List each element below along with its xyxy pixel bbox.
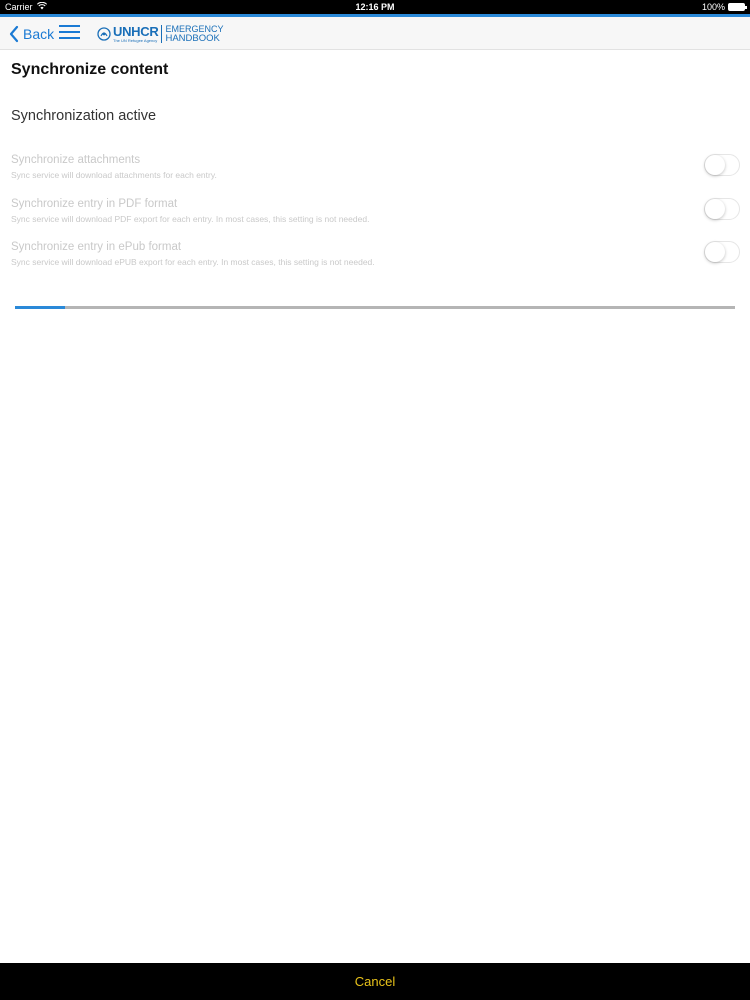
back-button[interactable]: Back (8, 23, 54, 45)
setting-label: Synchronize attachments (11, 154, 141, 166)
status-bar: Carrier 12:16 PM 100% (0, 0, 750, 14)
setting-description: Sync service will download attachments f… (11, 170, 217, 180)
nav-bar: Back UNHCR The UN Refugee Agency EMERGEN… (0, 17, 750, 50)
setting-label: Synchronize entry in ePub format (11, 241, 182, 253)
logo-brand: UNHCR (113, 24, 159, 39)
logo-divider (161, 25, 163, 43)
setting-sync-attachments: Synchronize attachments Sync service wil… (11, 154, 741, 190)
setting-sync-pdf: Synchronize entry in PDF format Sync ser… (11, 198, 741, 234)
battery-icon (728, 3, 747, 11)
sync-pdf-toggle[interactable] (704, 198, 740, 220)
setting-sync-epub: Synchronize entry in ePub format Sync se… (11, 241, 741, 277)
clock: 12:16 PM (355, 2, 395, 12)
back-label: Back (23, 26, 55, 42)
setting-label: Synchronize entry in PDF format (11, 198, 178, 210)
cancel-button[interactable]: Cancel (355, 974, 395, 989)
hamburger-menu-icon[interactable] (59, 25, 81, 41)
chevron-left-icon (9, 25, 19, 43)
unhcr-emblem-icon (97, 27, 111, 41)
battery-percent: 100% (701, 2, 725, 12)
unhcr-logo: UNHCR The UN Refugee Agency EMERGENCY HA… (97, 24, 223, 44)
setting-description: Sync service will download PDF export fo… (11, 214, 370, 224)
logo-line2: HANDBOOK (165, 32, 220, 44)
setting-description: Sync service will download ePUB export f… (11, 257, 375, 267)
sync-epub-toggle[interactable] (704, 241, 740, 263)
section-title: Synchronization active (11, 108, 157, 124)
sync-attachments-toggle[interactable] (704, 154, 740, 176)
logo-brand-sub: The UN Refugee Agency (113, 38, 158, 43)
bottom-bar: Cancel (0, 963, 750, 1000)
page-title: Synchronize content (11, 61, 169, 78)
sync-progress-bar (15, 306, 735, 309)
sync-progress-fill (15, 306, 66, 309)
